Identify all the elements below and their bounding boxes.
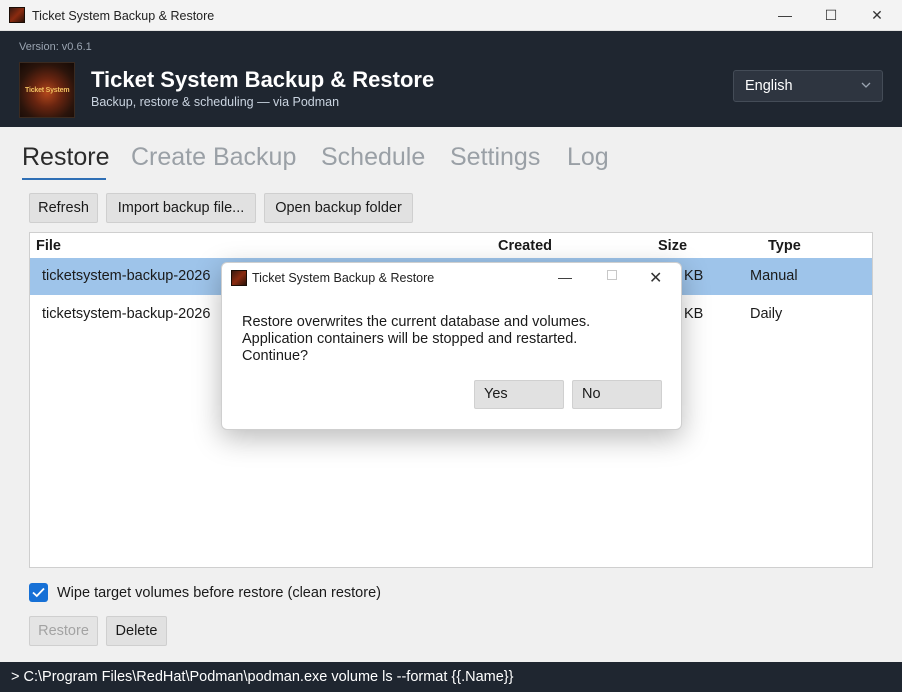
cell-size: KB	[684, 306, 704, 322]
language-select[interactable]: English	[733, 70, 883, 102]
dialog-close-button[interactable]: ✕	[649, 268, 662, 288]
version-label: Version: v0.6.1	[19, 41, 92, 53]
checkmark-icon	[32, 587, 45, 598]
column-header-type[interactable]: Type	[768, 238, 801, 254]
confirm-restore-dialog: Ticket System Backup & Restore — ✕ Resto…	[221, 262, 682, 430]
dialog-minimize-button[interactable]: —	[558, 269, 572, 285]
tab-log[interactable]: Log	[567, 143, 609, 172]
tab-create-backup[interactable]: Create Backup	[131, 143, 296, 172]
window-titlebar: Ticket System Backup & Restore — ☐ ✕	[0, 0, 902, 31]
maximize-button[interactable]: ☐	[808, 0, 854, 31]
column-header-size[interactable]: Size	[658, 238, 687, 254]
app-title: Ticket System Backup & Restore	[91, 67, 435, 92]
cell-type: Daily	[750, 306, 783, 322]
status-text: > C:\Program Files\RedHat\Podman\podman.…	[11, 669, 514, 685]
dialog-titlebar: Ticket System Backup & Restore — ✕	[222, 263, 681, 293]
window-title: Ticket System Backup & Restore	[32, 9, 215, 23]
dialog-yes-button[interactable]: Yes	[474, 380, 564, 409]
dialog-no-button[interactable]: No	[572, 380, 662, 409]
restore-button[interactable]: Restore	[29, 616, 98, 646]
app-icon	[9, 7, 25, 23]
column-header-file[interactable]: File	[36, 238, 61, 254]
language-value: English	[745, 78, 793, 94]
app-logo: Ticket System	[19, 62, 75, 118]
status-bar: > C:\Program Files\RedHat\Podman\podman.…	[0, 662, 902, 692]
dialog-title: Ticket System Backup & Restore	[252, 271, 435, 285]
chevron-down-icon	[861, 82, 871, 88]
dialog-app-icon	[231, 270, 247, 286]
refresh-button[interactable]: Refresh	[29, 193, 98, 223]
delete-button[interactable]: Delete	[106, 616, 167, 646]
logo-text: Ticket System	[25, 87, 70, 94]
dialog-message-line: Continue?	[242, 348, 309, 364]
active-tab-indicator	[22, 178, 106, 180]
dialog-maximize-button	[607, 270, 617, 280]
wipe-volumes-checkbox[interactable]	[29, 583, 48, 602]
app-subtitle: Backup, restore & scheduling — via Podma…	[91, 95, 340, 109]
dialog-message-line: Application containers will be stopped a…	[242, 331, 578, 347]
wipe-volumes-label[interactable]: Wipe target volumes before restore (clea…	[57, 585, 381, 601]
open-backup-folder-button[interactable]: Open backup folder	[264, 193, 413, 223]
import-backup-button[interactable]: Import backup file...	[106, 193, 256, 223]
cell-file: ticketsystem-backup-2026	[42, 268, 211, 284]
cell-file: ticketsystem-backup-2026	[42, 306, 211, 322]
cell-size: KB	[684, 268, 704, 284]
app-header: Version: v0.6.1 Ticket System Ticket Sys…	[0, 31, 902, 127]
tab-settings[interactable]: Settings	[450, 143, 540, 172]
close-button[interactable]: ✕	[854, 0, 900, 31]
tab-schedule[interactable]: Schedule	[321, 143, 425, 172]
tab-restore[interactable]: Restore	[22, 143, 110, 172]
dialog-message-line: Restore overwrites the current database …	[242, 314, 591, 330]
minimize-button[interactable]: —	[762, 0, 808, 31]
cell-type: Manual	[750, 268, 798, 284]
column-header-created[interactable]: Created	[498, 238, 552, 254]
